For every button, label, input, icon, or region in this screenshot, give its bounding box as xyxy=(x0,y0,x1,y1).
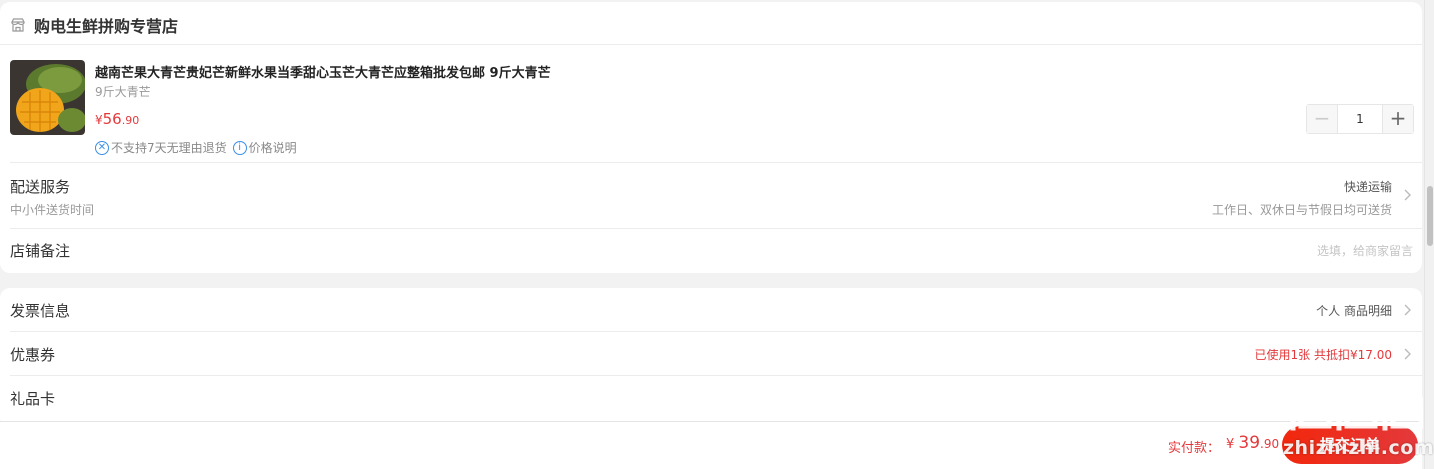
delivery-method: 快递运输 xyxy=(1343,180,1392,194)
divider xyxy=(0,44,1422,45)
delivery-time: 工作日、双休日与节假日均可送货 xyxy=(1211,203,1392,217)
delivery-label: 配送服务 xyxy=(10,178,71,196)
store-icon xyxy=(11,18,25,32)
invoice-value: 个人 商品明细 xyxy=(1316,304,1392,318)
price-integer: 56 xyxy=(102,110,122,128)
divider xyxy=(10,375,1422,376)
product-title[interactable]: 越南芒果大青芒贵妃芒新鲜水果当季甜心玉芒大青芒应整箱批发包邮 9斤大青芒 xyxy=(95,62,551,81)
product-image[interactable] xyxy=(10,60,85,135)
increase-button[interactable]: + xyxy=(1383,105,1413,133)
delivery-sub: 中小件送货时间 xyxy=(10,203,95,217)
chevron-right-icon xyxy=(1404,189,1411,201)
decrease-button[interactable]: − xyxy=(1307,105,1337,133)
no-return-icon: ✕ xyxy=(95,140,109,155)
giftcard-label: 礼品卡 xyxy=(10,390,56,408)
note-input[interactable]: 选填，给商家留言 xyxy=(1317,242,1413,259)
pay-label: 实付款： xyxy=(1168,441,1221,456)
order-options-card: 发票信息 个人 商品明细 优惠券 已使用1张 共抵扣¥17.00 礼品卡 xyxy=(0,288,1422,428)
divider xyxy=(10,162,1422,163)
info-icon[interactable]: i xyxy=(232,140,247,155)
quantity-stepper: − 1 + xyxy=(1306,104,1414,134)
scrollbar[interactable] xyxy=(1424,0,1434,469)
scrollbar-thumb[interactable] xyxy=(1427,186,1433,246)
coupon-label: 优惠券 xyxy=(10,346,56,364)
shop-order-card: 购电生鲜拼购专营店 越南芒果大青芒贵妃芒新鲜水果当季甜心玉芒大青芒应整箱批发包邮… xyxy=(0,2,1422,273)
pay-decimal: .90 xyxy=(1260,437,1280,451)
shop-header[interactable]: 购电生鲜拼购专营店 xyxy=(10,10,178,40)
quantity-input[interactable]: 1 xyxy=(1337,105,1383,133)
shop-name[interactable]: 购电生鲜拼购专营店 xyxy=(34,13,178,37)
coupon-value: 已使用1张 共抵扣¥17.00 xyxy=(1254,348,1392,362)
note-label: 店铺备注 xyxy=(10,242,71,260)
chevron-right-icon xyxy=(1404,304,1411,316)
product-spec: 9斤大青芒 xyxy=(95,85,151,99)
product-price: ¥56.90 xyxy=(95,109,139,128)
pay-integer: 39 xyxy=(1238,433,1261,453)
pay-currency: ¥ xyxy=(1226,437,1239,452)
submit-order-button[interactable]: 提交订单 xyxy=(1282,426,1418,464)
price-decimal: .90 xyxy=(121,114,140,127)
pay-amount: ¥ 39.90 xyxy=(1226,433,1279,453)
divider xyxy=(10,331,1422,332)
price-explain-link[interactable]: 价格说明 xyxy=(249,139,297,156)
invoice-label: 发票信息 xyxy=(10,302,71,320)
chevron-right-icon xyxy=(1404,348,1411,360)
divider xyxy=(10,228,1422,229)
product-tags: ✕ 不支持7天无理由退货 i 价格说明 xyxy=(95,139,297,156)
no-return-label: 不支持7天无理由退货 xyxy=(111,141,227,155)
price-currency: ¥ xyxy=(95,113,103,127)
